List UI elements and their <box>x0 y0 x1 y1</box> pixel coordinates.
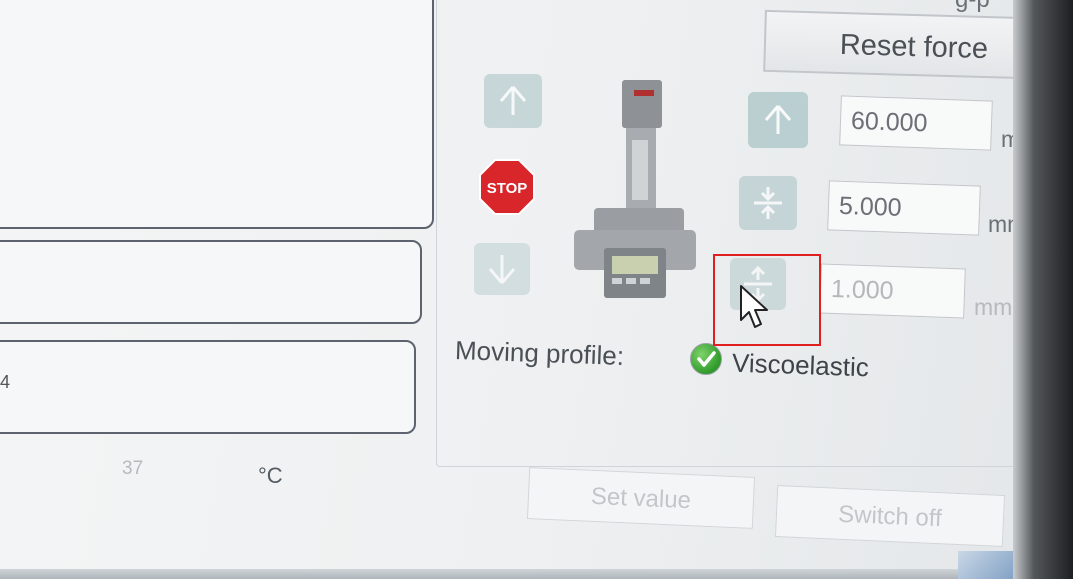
application-window: 4 37 °C g-p Reset force STOP <box>0 0 1065 579</box>
compress-arrows-icon <box>754 187 782 219</box>
temperature-value: 37 <box>122 458 144 479</box>
taskbar-corner <box>958 551 1018 579</box>
move-down-button[interactable] <box>474 243 530 295</box>
switch-off-button[interactable]: Switch off <box>774 485 1006 547</box>
check-icon <box>690 343 722 375</box>
svg-text:STOP: STOP <box>487 180 528 197</box>
position-input[interactable]: 60.000 <box>839 95 993 151</box>
stop-button[interactable]: STOP <box>478 158 536 216</box>
arrow-up-icon <box>764 105 792 134</box>
arrow-up-icon <box>499 86 527 115</box>
left-panel-lower <box>0 340 416 434</box>
mouse-cursor-icon <box>740 285 768 328</box>
left-panel-partial-text: 4 <box>0 372 11 392</box>
moving-profile-label: Moving profile: <box>454 335 625 371</box>
compress-step-input[interactable]: 5.000 <box>827 180 981 236</box>
expand-step-unit: mm <box>974 294 1013 320</box>
compress-button[interactable] <box>739 176 797 230</box>
moving-profile-value[interactable]: Viscoelastic <box>732 348 870 384</box>
temperature-unit: °C <box>258 463 283 488</box>
left-panel-upper <box>0 0 434 229</box>
expand-step-input[interactable]: 1.000 <box>819 263 966 319</box>
group-title-partial: g-p <box>955 0 990 14</box>
left-panel-middle <box>0 240 422 324</box>
stop-icon: STOP <box>479 159 535 215</box>
fast-up-button[interactable] <box>748 92 808 148</box>
rheometer-machine-image <box>574 80 696 298</box>
move-up-button[interactable] <box>484 74 542 128</box>
set-value-button[interactable]: Set value <box>526 467 756 529</box>
arrow-down-icon <box>488 255 516 284</box>
monitor-bezel <box>1013 0 1073 579</box>
bottom-strip <box>0 569 1000 579</box>
